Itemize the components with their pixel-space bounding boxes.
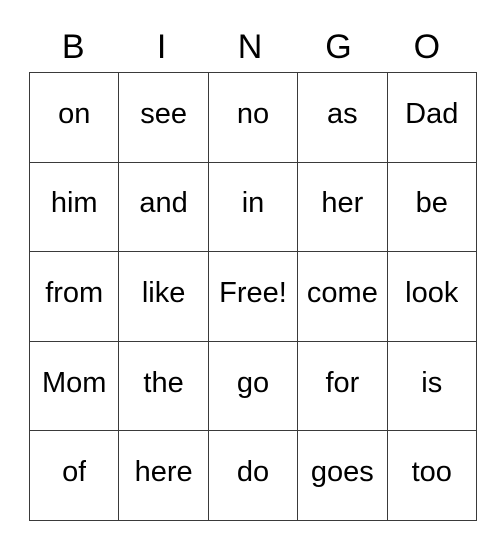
bingo-cell-label: on	[58, 99, 91, 129]
bingo-cell-label: from	[45, 278, 104, 308]
bingo-cell[interactable]: Mom	[28, 340, 120, 432]
bingo-cell-label: her	[321, 189, 364, 219]
bingo-cell-label: like	[141, 278, 186, 308]
bingo-cell[interactable]: come	[297, 251, 388, 342]
bingo-cell[interactable]: from	[28, 251, 120, 342]
bingo-row: him and in her be	[28, 161, 477, 253]
bingo-cell-label: too	[411, 458, 452, 488]
bingo-cell[interactable]: and	[118, 161, 209, 253]
bingo-row: on see no as Dad	[28, 72, 477, 163]
bingo-cell[interactable]: her	[297, 161, 388, 253]
bingo-cell-label: go	[236, 368, 270, 398]
bingo-free-cell[interactable]: Free!	[207, 251, 299, 342]
bingo-cell[interactable]: Dad	[386, 72, 477, 163]
bingo-cell-label: come	[306, 278, 378, 308]
bingo-header-row: B I N G O	[29, 22, 471, 72]
bingo-cell[interactable]: the	[118, 340, 209, 432]
bingo-header-letter-g: G	[325, 28, 352, 66]
bingo-cell[interactable]: is	[386, 340, 477, 432]
bingo-row: Mom the go for is	[28, 340, 477, 432]
bingo-cell-label: look	[405, 278, 459, 308]
bingo-cell-label: goes	[310, 458, 374, 488]
bingo-card: B I N G O on see no as Dad him and in he…	[28, 22, 477, 521]
bingo-cell[interactable]: in	[207, 161, 299, 253]
bingo-header-letter-b: B	[61, 28, 85, 66]
bingo-cell-label: be	[415, 189, 448, 219]
bingo-cell-label: the	[143, 368, 184, 398]
bingo-grid: on see no as Dad him and in her be from …	[28, 72, 477, 521]
bingo-cell[interactable]: for	[297, 340, 388, 432]
bingo-cell[interactable]: see	[118, 72, 209, 163]
bingo-cell[interactable]: of	[28, 430, 120, 521]
bingo-header-letter-i: I	[156, 28, 167, 66]
bingo-free-label: Free!	[219, 278, 287, 308]
bingo-cell[interactable]: go	[207, 340, 299, 432]
bingo-cell[interactable]: too	[386, 430, 477, 521]
bingo-cell[interactable]: him	[28, 161, 120, 253]
bingo-cell[interactable]: be	[386, 161, 477, 253]
bingo-cell[interactable]: as	[297, 72, 388, 163]
bingo-cell-label: for	[325, 368, 360, 398]
bingo-cell[interactable]: like	[118, 251, 209, 342]
bingo-cell[interactable]: no	[207, 72, 299, 163]
bingo-cell-label: Dad	[405, 99, 459, 129]
bingo-cell[interactable]: here	[118, 430, 209, 521]
bingo-cell-label: no	[236, 99, 270, 129]
bingo-row: of here do goes too	[28, 430, 477, 521]
bingo-cell-label: is	[421, 368, 443, 398]
bingo-cell[interactable]: on	[28, 72, 120, 163]
bingo-header-letter-n: N	[237, 28, 263, 66]
bingo-cell[interactable]: look	[386, 251, 477, 342]
bingo-cell-label: see	[140, 99, 187, 129]
bingo-cell-label: of	[62, 458, 87, 488]
bingo-cell-label: do	[236, 458, 270, 488]
bingo-cell-label: and	[139, 189, 188, 219]
bingo-header-letter-o: O	[413, 28, 441, 66]
bingo-cell-label: as	[327, 99, 358, 129]
bingo-cell-label: in	[241, 189, 265, 219]
bingo-cell-label: him	[50, 189, 98, 219]
bingo-cell-label: here	[134, 458, 193, 488]
bingo-cell[interactable]: goes	[297, 430, 388, 521]
bingo-cell-label: Mom	[41, 368, 107, 398]
bingo-cell[interactable]: do	[207, 430, 299, 521]
bingo-row: from like Free! come look	[28, 251, 477, 342]
